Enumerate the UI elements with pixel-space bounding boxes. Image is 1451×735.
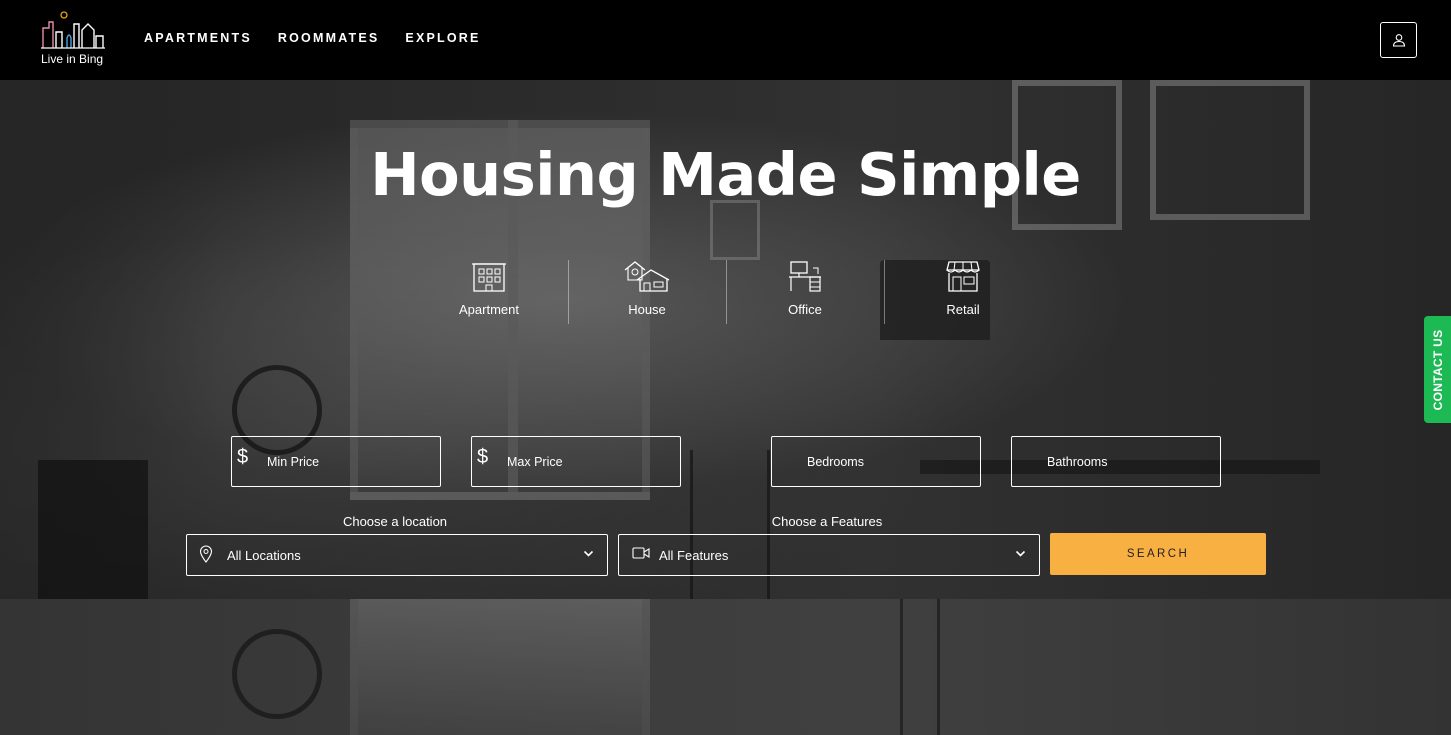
dollar-icon: $ (477, 446, 489, 468)
property-type-label: Apartment (459, 302, 519, 317)
background-lamp (900, 599, 940, 735)
property-type-office[interactable]: Office (726, 258, 884, 328)
bedrooms-input[interactable] (807, 437, 977, 486)
max-price-field: $ (471, 436, 681, 487)
top-navbar: Live in Bing APARTMENTS ROOMMATES EXPLOR… (0, 0, 1451, 80)
property-type-selector: Apartment House Office Retail (410, 258, 1042, 328)
dollar-icon: $ (237, 446, 249, 468)
location-select[interactable]: All Locations (186, 534, 608, 576)
property-type-label: House (628, 302, 666, 317)
map-pin-icon (199, 545, 213, 563)
retail-icon (946, 261, 980, 292)
house-icon (624, 261, 670, 292)
chevron-down-icon (583, 550, 594, 557)
location-select-value: All Locations (227, 548, 301, 563)
property-type-label: Office (788, 302, 822, 317)
nav-explore[interactable]: EXPLORE (405, 31, 480, 45)
bedrooms-field (771, 436, 981, 487)
property-type-apartment[interactable]: Apartment (410, 258, 568, 328)
search-button[interactable]: SEARCH (1050, 533, 1266, 575)
contact-us-tab[interactable]: CONTACT US (1424, 316, 1451, 423)
property-type-house[interactable]: House (568, 258, 726, 328)
min-price-field: $ (231, 436, 441, 487)
user-account-button[interactable] (1380, 22, 1417, 58)
city-skyline-icon (41, 11, 105, 49)
features-select[interactable]: All Features (618, 534, 1040, 576)
max-price-input[interactable] (507, 437, 677, 486)
location-label: Choose a location (342, 514, 448, 529)
background-picture-frame (710, 200, 760, 260)
bathrooms-field (1011, 436, 1221, 487)
property-type-retail[interactable]: Retail (884, 258, 1042, 328)
lower-background-section (0, 599, 1451, 735)
video-camera-icon (632, 547, 650, 559)
site-logo[interactable]: Live in Bing (40, 10, 110, 68)
hero-title: Housing Made Simple (370, 140, 1081, 209)
property-type-label: Retail (946, 302, 980, 317)
features-label: Choose a Features (771, 514, 883, 529)
contact-us-label: CONTACT US (1430, 329, 1445, 410)
background-speaker (38, 460, 148, 599)
user-icon (1392, 34, 1405, 47)
logo-text: Live in Bing (41, 52, 104, 66)
background-window (350, 599, 650, 735)
bathrooms-input[interactable] (1047, 437, 1217, 486)
min-price-input[interactable] (267, 437, 437, 486)
apartment-icon (472, 263, 506, 292)
background-fan (232, 629, 322, 719)
main-nav: APARTMENTS ROOMMATES EXPLORE (144, 31, 481, 45)
nav-apartments[interactable]: APARTMENTS (144, 31, 252, 45)
office-icon (789, 261, 821, 292)
features-select-value: All Features (659, 548, 729, 563)
nav-roommates[interactable]: ROOMMATES (278, 31, 380, 45)
chevron-down-icon (1015, 550, 1026, 557)
